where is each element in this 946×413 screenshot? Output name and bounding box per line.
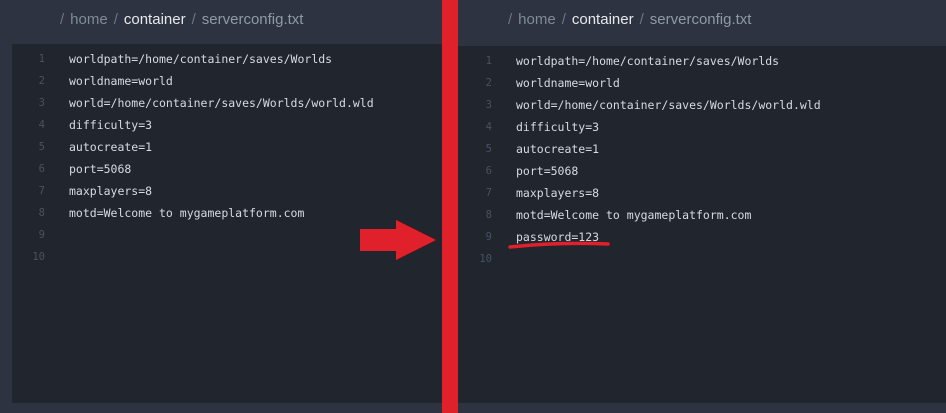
line-text[interactable]: maxplayers=8 [516,182,599,204]
line-text[interactable]: worldname=world [516,72,620,94]
code-line[interactable]: 2 worldname=world [12,70,442,92]
line-text[interactable]: maxplayers=8 [69,180,152,202]
code-editor[interactable]: 1 worldpath=/home/container/saves/Worlds … [458,46,946,403]
line-number: 7 [485,187,492,199]
line-number: 7 [38,185,45,197]
line-number: 10 [479,253,492,265]
breadcrumb-home[interactable]: home [518,11,556,28]
highlight-underline [508,241,610,249]
code-line[interactable]: 1 worldpath=/home/container/saves/Worlds [458,50,946,72]
code-line[interactable]: 6 port=5068 [458,160,946,182]
line-number: 2 [38,75,45,87]
code-line[interactable]: 4 difficulty=3 [12,114,442,136]
line-number: 5 [485,143,492,155]
line-text[interactable]: difficulty=3 [516,116,599,138]
line-text[interactable]: motd=Welcome to mygameplatform.com [69,202,304,224]
line-number: 2 [485,77,492,89]
line-number: 6 [485,165,492,177]
breadcrumb-separator: / [508,11,513,28]
line-number: 1 [485,55,492,67]
code-line[interactable]: 7 maxplayers=8 [12,180,442,202]
breadcrumb-separator: / [191,11,196,28]
breadcrumb-filename: serverconfig.txt [201,11,304,28]
line-text[interactable]: worldpath=/home/container/saves/Worlds [516,50,779,72]
breadcrumb-separator: / [639,11,644,28]
line-number: 1 [38,53,45,65]
code-line[interactable]: 10 [458,248,946,270]
code-line[interactable]: 3 world=/home/container/saves/Worlds/worl… [458,94,946,116]
code-line[interactable]: 5 autocreate=1 [12,136,442,158]
code-line[interactable]: 4 difficulty=3 [458,116,946,138]
line-text[interactable]: port=5068 [69,158,131,180]
line-text[interactable]: worldpath=/home/container/saves/Worlds [69,48,332,70]
code-line[interactable]: 5 autocreate=1 [458,138,946,160]
line-number: 3 [485,99,492,111]
red-divider [442,0,458,413]
code-line[interactable]: 2 worldname=world [458,72,946,94]
line-number: 4 [485,121,492,133]
breadcrumb: / home / container / serverconfig.txt [508,10,751,30]
line-number: 8 [38,207,45,219]
code-line[interactable]: 1 worldpath=/home/container/saves/Worlds [12,48,442,70]
breadcrumb-container[interactable]: container [572,11,634,28]
code-line[interactable]: 3 world=/home/container/saves/Worlds/worl… [12,92,442,114]
breadcrumb-separator: / [60,11,65,28]
line-number: 5 [38,141,45,153]
line-number: 10 [32,251,45,263]
breadcrumb-separator: / [561,11,566,28]
line-number: 3 [38,97,45,109]
line-text[interactable]: difficulty=3 [69,114,152,136]
breadcrumb-separator: / [113,11,118,28]
line-text[interactable]: autocreate=1 [516,138,599,160]
line-text[interactable]: autocreate=1 [69,136,152,158]
breadcrumb-filename: serverconfig.txt [649,11,752,28]
line-text[interactable]: worldname=world [69,70,173,92]
editor-panel-after: / home / container / serverconfig.txt 1 worldp… [458,0,946,413]
breadcrumb-container[interactable]: container [124,11,186,28]
line-text[interactable]: world=/home/container/saves/Worlds/world… [69,92,374,114]
line-text[interactable]: world=/home/container/saves/Worlds/world… [516,94,821,116]
line-number: 4 [38,119,45,131]
line-number: 8 [485,209,492,221]
breadcrumb-home[interactable]: home [70,11,108,28]
code-line[interactable]: 6 port=5068 [12,158,442,180]
breadcrumb: / home / container / serverconfig.txt [60,10,303,30]
line-number: 9 [485,231,492,243]
line-number: 9 [38,229,45,241]
line-text[interactable]: port=5068 [516,160,578,182]
code-line[interactable]: 7 maxplayers=8 [458,182,946,204]
editor-panel-before: / home / container / serverconfig.txt 1 worldp… [0,0,442,413]
right-arrow-icon [360,220,436,260]
code-line[interactable]: 8 motd=Welcome to mygameplatform.com [458,204,946,226]
line-number: 6 [38,163,45,175]
line-text[interactable]: motd=Welcome to mygameplatform.com [516,204,751,226]
